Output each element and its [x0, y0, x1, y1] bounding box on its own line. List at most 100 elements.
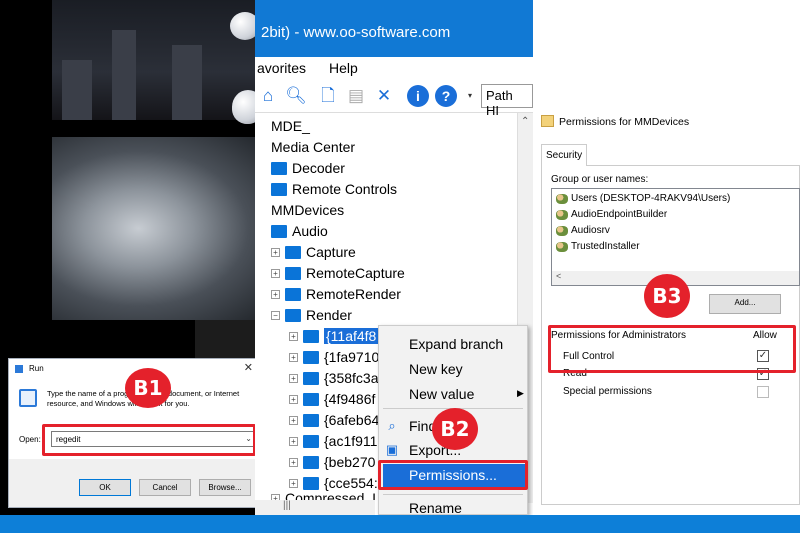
menu-bar: avorites Help: [255, 57, 533, 81]
tree-node-label: Audio: [292, 223, 328, 239]
menu-item-rename[interactable]: Rename: [409, 500, 462, 516]
user-name: TrustedInstaller: [571, 241, 640, 252]
tree-node-label: RemoteCapture: [306, 265, 405, 281]
menu-item-expand-branch[interactable]: Expand branch: [409, 336, 503, 352]
horizontal-scrollbar[interactable]: |||: [255, 500, 375, 515]
expand-icon[interactable]: +: [271, 268, 280, 278]
info-icon[interactable]: i: [407, 85, 429, 107]
expand-icon[interactable]: +: [289, 373, 298, 383]
menu-item-new-value[interactable]: New value: [409, 386, 474, 402]
tree-node-label: MDE_: [271, 118, 310, 134]
path-label: Path: [486, 88, 513, 103]
tree-node-label: {beb270: [324, 454, 376, 470]
users-icon: [556, 193, 568, 204]
folder-icon: [303, 371, 319, 385]
tree-node[interactable]: + {4f9486f: [289, 389, 375, 409]
menu-favorites[interactable]: avorites: [257, 60, 306, 76]
tree-node[interactable]: MDE_: [271, 116, 310, 136]
new-key-icon[interactable]: 🗋: [317, 85, 339, 107]
scroll-up-icon[interactable]: ⌃: [521, 116, 529, 127]
permission-special: Special permissions: [563, 386, 652, 397]
tree-node-label: {6afeb64: [324, 412, 380, 428]
folder-icon: [303, 413, 319, 427]
search-icon[interactable]: 🔍︎: [285, 85, 307, 107]
folder-icon: [303, 392, 319, 406]
collapse-icon[interactable]: −: [271, 310, 280, 320]
run-button-row: OK Cancel Browse...: [9, 459, 259, 507]
tree-node[interactable]: + Capture: [271, 242, 356, 262]
tree-node[interactable]: MMDevices: [271, 200, 344, 220]
tree-node-label: {4f9486f: [324, 391, 376, 407]
dropdown-icon[interactable]: ▾: [459, 85, 481, 107]
expand-icon[interactable]: +: [271, 289, 280, 299]
tree-node[interactable]: + RemoteRender: [271, 284, 401, 304]
tab-security[interactable]: Security: [541, 144, 587, 166]
export-icon: ▣: [385, 442, 399, 457]
folder-icon: [285, 308, 301, 322]
menu-item-new-key[interactable]: New key: [409, 361, 463, 377]
menu-separator: [383, 494, 523, 495]
expand-icon[interactable]: +: [289, 415, 298, 425]
expand-icon[interactable]: +: [289, 394, 298, 404]
ok-button[interactable]: OK: [79, 479, 131, 496]
folder-icon: [271, 224, 287, 238]
tree-node[interactable]: Decoder: [271, 158, 345, 178]
expand-icon[interactable]: +: [271, 247, 280, 257]
tree-node-label: Remote Controls: [292, 181, 398, 197]
help-icon[interactable]: ?: [435, 85, 457, 107]
close-icon[interactable]: ✕: [244, 361, 253, 374]
user-list: Users (DESKTOP-4RAKV94\Users) AudioEndpo…: [551, 188, 800, 286]
menu-help[interactable]: Help: [329, 60, 358, 76]
dialog-title: Permissions for MMDevices: [559, 116, 690, 128]
list-item[interactable]: TrustedInstaller: [556, 241, 640, 252]
tree-node[interactable]: Media Center: [271, 137, 355, 157]
tree-node[interactable]: + {beb270: [289, 452, 375, 472]
tree-node[interactable]: Remote Controls: [271, 179, 397, 199]
tree-node[interactable]: + {ac1f911: [289, 431, 377, 451]
expand-icon[interactable]: +: [289, 478, 298, 488]
tree-node[interactable]: Audio: [271, 221, 328, 241]
tree-node[interactable]: + RemoteCapture: [271, 263, 405, 283]
folder-icon: [285, 245, 301, 259]
tree-node-label: Media Center: [271, 139, 356, 155]
users-icon: [556, 225, 568, 236]
expand-icon[interactable]: +: [289, 436, 298, 446]
badge-b1: B1: [125, 368, 171, 408]
tree-node[interactable]: − Render: [271, 305, 352, 325]
list-item[interactable]: Users (DESKTOP-4RAKV94\Users): [556, 193, 730, 204]
folder-icon: [303, 350, 319, 364]
home-icon[interactable]: ⌂: [257, 85, 279, 107]
tree-node[interactable]: + {6afeb64: [289, 410, 379, 430]
tree-node-label: {11af4f8: [324, 328, 379, 344]
storm-clouds-photo: [52, 137, 268, 320]
run-dialog-title: Run: [29, 364, 44, 373]
delete-icon[interactable]: ✕: [373, 85, 395, 107]
tree-node[interactable]: + {358fc3a: [289, 368, 379, 388]
cancel-button[interactable]: Cancel: [139, 479, 191, 496]
tree-node-label: {358fc3a: [324, 370, 379, 386]
tree-node[interactable]: + {cce554:: [289, 473, 378, 493]
taskbar-strip: [0, 515, 800, 533]
expand-icon[interactable]: +: [289, 457, 298, 467]
scroll-left-icon[interactable]: <: [556, 271, 561, 281]
highlight-open-field: [42, 424, 256, 456]
list-item[interactable]: AudioEndpointBuilder: [556, 209, 667, 220]
tree-node-selected[interactable]: + {11af4f8: [289, 326, 379, 346]
tree-node[interactable]: + {1fa9710: [289, 347, 379, 367]
allow-special-checkbox[interactable]: [757, 386, 769, 398]
add-button[interactable]: Add...: [709, 294, 781, 314]
users-icon: [556, 209, 568, 220]
expand-icon[interactable]: +: [289, 331, 298, 341]
window-title: 2bit) - www.oo-software.com: [255, 0, 533, 57]
tree-node-label: {ac1f911: [324, 433, 378, 449]
path-box[interactable]: Path HI: [481, 84, 533, 118]
expand-icon[interactable]: +: [289, 352, 298, 362]
tree-node-label: RemoteRender: [306, 286, 401, 302]
browse-button[interactable]: Browse...: [199, 479, 251, 496]
document-icon[interactable]: ▤: [345, 85, 367, 107]
permissions-dialog: Permissions for MMDevices Security Group…: [533, 0, 800, 515]
folder-icon: [285, 266, 301, 280]
list-item[interactable]: Audiosrv: [556, 225, 610, 236]
tree-node-label: Render: [306, 307, 352, 323]
highlight-full-control: [548, 325, 796, 373]
